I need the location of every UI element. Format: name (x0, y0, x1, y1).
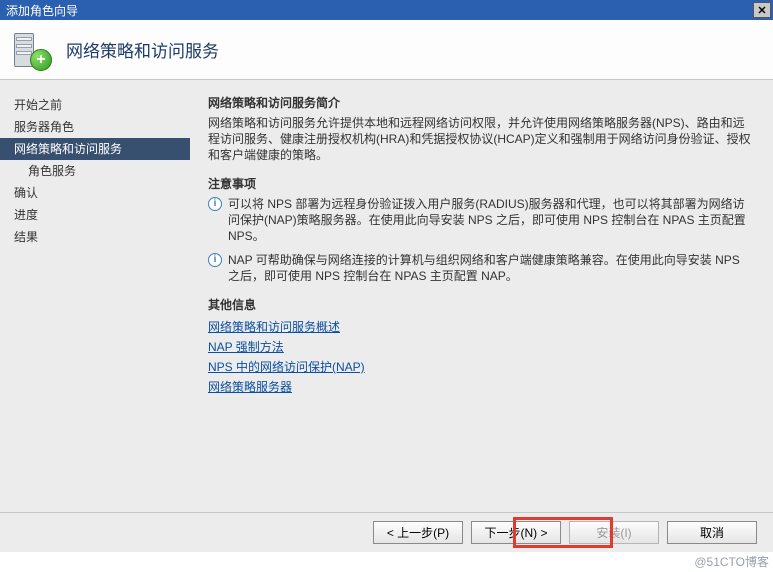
sidebar-item-role-services[interactable]: 角色服务 (0, 160, 190, 182)
role-icon: + (10, 29, 52, 71)
sidebar-item-nps[interactable]: 网络策略和访问服务 (0, 138, 190, 160)
sidebar-item-progress[interactable]: 进度 (0, 204, 190, 226)
intro-title: 网络策略和访问服务简介 (208, 94, 755, 111)
close-button[interactable]: ✕ (753, 2, 771, 18)
info-icon: i (208, 253, 222, 267)
plus-icon: + (30, 49, 52, 71)
sidebar-item-before-begin[interactable]: 开始之前 (0, 94, 190, 116)
next-button[interactable]: 下一步(N) > (471, 521, 561, 544)
titlebar: 添加角色向导 ✕ (0, 0, 773, 20)
links-list: 网络策略和访问服务概述 NAP 强制方法 NPS 中的网络访问保护(NAP) 网… (208, 317, 755, 397)
link-nap-enforce[interactable]: NAP 强制方法 (208, 337, 755, 357)
info-icon: i (208, 197, 222, 211)
link-nps-server[interactable]: 网络策略服务器 (208, 377, 755, 397)
sidebar-item-confirm[interactable]: 确认 (0, 182, 190, 204)
note-text: NAP 可帮助确保与网络连接的计算机与组织网络和客户端健康策略兼容。在使用此向导… (228, 252, 755, 284)
prev-button[interactable]: < 上一步(P) (373, 521, 463, 544)
page-title: 网络策略和访问服务 (66, 37, 219, 62)
link-overview[interactable]: 网络策略和访问服务概述 (208, 317, 755, 337)
intro-text: 网络策略和访问服务允许提供本地和远程网络访问权限，并允许使用网络策略服务器(NP… (208, 115, 755, 163)
link-nap-in-nps[interactable]: NPS 中的网络访问保护(NAP) (208, 357, 755, 377)
install-button: 安装(I) (569, 521, 659, 544)
wizard-footer: < 上一步(P) 下一步(N) > 安装(I) 取消 (0, 512, 773, 552)
sidebar-item-results[interactable]: 结果 (0, 226, 190, 248)
close-icon: ✕ (757, 4, 766, 17)
sidebar-item-server-roles[interactable]: 服务器角色 (0, 116, 190, 138)
wizard-steps-sidebar: 开始之前 服务器角色 网络策略和访问服务 角色服务 确认 进度 结果 (0, 80, 190, 532)
wizard-header: + 网络策略和访问服务 (0, 20, 773, 80)
notes-title: 注意事项 (208, 175, 755, 192)
watermark: @51CTO博客 (694, 553, 769, 570)
note-text: 可以将 NPS 部署为远程身份验证拨入用户服务(RADIUS)服务器和代理，也可… (228, 196, 755, 244)
note-item: i 可以将 NPS 部署为远程身份验证拨入用户服务(RADIUS)服务器和代理，… (208, 196, 755, 244)
cancel-button[interactable]: 取消 (667, 521, 757, 544)
notes-list: i 可以将 NPS 部署为远程身份验证拨入用户服务(RADIUS)服务器和代理，… (208, 196, 755, 284)
other-info-title: 其他信息 (208, 296, 755, 313)
note-item: i NAP 可帮助确保与网络连接的计算机与组织网络和客户端健康策略兼容。在使用此… (208, 252, 755, 284)
wizard-body: 开始之前 服务器角色 网络策略和访问服务 角色服务 确认 进度 结果 网络策略和… (0, 80, 773, 532)
content-panel: 网络策略和访问服务简介 网络策略和访问服务允许提供本地和远程网络访问权限，并允许… (190, 80, 773, 532)
window-title: 添加角色向导 (6, 2, 78, 19)
